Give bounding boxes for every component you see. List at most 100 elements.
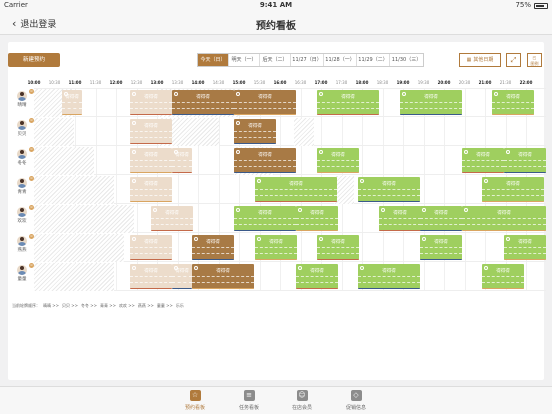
date-tab-1129[interactable]: 11/29（二） bbox=[357, 54, 390, 66]
booking-block[interactable]: 得得得 bbox=[255, 177, 337, 202]
booking-block[interactable]: 得得得 bbox=[234, 148, 296, 173]
battery-indicator: 75% bbox=[515, 0, 548, 11]
staff-cell[interactable]: 贝贝 ⊙ bbox=[10, 117, 34, 145]
date-tab-today[interactable]: 今天（日） bbox=[198, 54, 229, 66]
staff-row bbox=[34, 118, 546, 146]
date-tab-1128[interactable]: 11/28（一） bbox=[324, 54, 357, 66]
tab-promotions[interactable]: ◇ 促销信息 bbox=[336, 390, 376, 411]
booking-block[interactable]: 得得得 bbox=[172, 148, 192, 173]
service-bar bbox=[130, 200, 172, 202]
booking-divider bbox=[130, 131, 172, 132]
booking-block[interactable]: 得得得 bbox=[296, 206, 338, 231]
service-bar bbox=[296, 287, 338, 289]
booking-block[interactable]: 得得得 bbox=[62, 90, 82, 115]
list-icon: ≡ bbox=[243, 390, 255, 401]
booking-block[interactable]: 得得得 bbox=[358, 177, 420, 202]
booking-block[interactable]: 得得得 bbox=[492, 90, 534, 115]
booking-divider bbox=[234, 102, 296, 103]
booking-block[interactable]: 得得得 bbox=[504, 235, 546, 260]
booking-divider bbox=[400, 108, 462, 109]
legend-icon: ◰ bbox=[532, 55, 537, 60]
time-tick: 19:30 bbox=[417, 80, 430, 85]
booking-block[interactable]: 得得得 bbox=[482, 177, 544, 202]
unavailable-slot bbox=[294, 118, 314, 146]
booking-block[interactable]: 得得得 bbox=[462, 148, 504, 173]
booking-block[interactable]: 得得得 bbox=[504, 148, 546, 173]
booking-block[interactable]: 得得得 bbox=[130, 90, 172, 115]
staff-cell[interactable]: 青青 ⊙ bbox=[10, 175, 34, 203]
staff-cell[interactable]: 晴晴 ⊙ bbox=[10, 88, 34, 116]
booking-divider bbox=[482, 276, 524, 277]
booking-block[interactable]: 得得得 bbox=[358, 264, 420, 289]
booking-divider bbox=[192, 247, 234, 248]
booking-block[interactable]: 得得得 bbox=[420, 206, 462, 231]
booking-block[interactable]: 得得得 bbox=[130, 235, 172, 260]
booking-block[interactable]: 得得得 bbox=[462, 206, 546, 231]
status-bar: Carrier 9:41 AM 75% bbox=[0, 0, 552, 11]
staff-cell[interactable]: 冬冬 ⊙ bbox=[10, 146, 34, 174]
date-tab-tomorrow[interactable]: 明天（一） bbox=[229, 54, 260, 66]
booking-divider bbox=[482, 282, 524, 283]
booking-block[interactable]: 得得得 bbox=[255, 235, 297, 260]
booking-block[interactable]: 得得得 bbox=[420, 235, 462, 260]
service-bar bbox=[151, 229, 193, 231]
tab-booking-board[interactable]: ☆ 预约看板 bbox=[175, 390, 215, 411]
expand-icon: ⤢ bbox=[510, 56, 517, 64]
booking-block[interactable]: 得得得 bbox=[192, 264, 254, 289]
booking-name: 得得得 bbox=[424, 95, 438, 100]
booking-block[interactable]: 得得得 bbox=[379, 206, 421, 231]
booking-block[interactable]: 得得得 bbox=[172, 264, 192, 289]
staff-name: 燕燕 bbox=[17, 248, 27, 253]
booking-block[interactable]: 得得得 bbox=[130, 264, 172, 289]
tab-task-board[interactable]: ≡ 任务看板 bbox=[229, 390, 269, 411]
date-tab-day-after[interactable]: 后天（二） bbox=[260, 54, 291, 66]
service-bar bbox=[255, 258, 297, 260]
staff-cell[interactable]: 欢欢 ⊙ bbox=[10, 204, 34, 232]
booking-block[interactable]: 得得得 bbox=[317, 235, 359, 260]
booking-divider bbox=[358, 282, 420, 283]
legend-item: 晴晴 >> bbox=[43, 303, 59, 308]
booking-block[interactable]: 得得得 bbox=[172, 90, 234, 115]
booking-block[interactable]: 得得得 bbox=[234, 206, 296, 231]
tab-label: 预约看板 bbox=[184, 405, 205, 411]
booking-divider bbox=[151, 224, 193, 225]
avatar bbox=[17, 149, 27, 159]
booking-divider bbox=[130, 102, 172, 103]
booking-block[interactable]: 得得得 bbox=[234, 119, 276, 144]
legend-button[interactable]: ◰ 图例 bbox=[527, 53, 542, 67]
booking-block[interactable]: 得得得 bbox=[296, 264, 338, 289]
new-booking-button[interactable]: 新建预约 bbox=[8, 53, 60, 67]
booking-divider bbox=[420, 224, 462, 225]
booking-divider bbox=[379, 218, 421, 219]
tab-in-store-members[interactable]: ☺ 在店会员 bbox=[282, 390, 322, 411]
booking-divider bbox=[130, 137, 172, 138]
date-tab-1127[interactable]: 11/27（日） bbox=[291, 54, 324, 66]
booking-block[interactable]: 得得得 bbox=[317, 148, 359, 173]
service-bar bbox=[317, 113, 379, 115]
booking-block[interactable]: 得得得 bbox=[192, 235, 234, 260]
date-tab-1130[interactable]: 11/30（三） bbox=[390, 54, 423, 66]
booking-block[interactable]: 得得得 bbox=[317, 90, 379, 115]
booking-block[interactable]: 得得得 bbox=[400, 90, 462, 115]
page-title: 预约看板 bbox=[256, 21, 296, 32]
booking-block[interactable]: 得得得 bbox=[130, 177, 172, 202]
time-axis: 10:00 10:30 11:00 11:30 12:00 12:30 13:00 13:30… bbox=[28, 80, 546, 88]
service-bar bbox=[255, 200, 337, 202]
booking-block[interactable]: 得得得 bbox=[151, 206, 193, 231]
booking-name: 得得得 bbox=[258, 95, 272, 100]
calendar-icon: ▦ bbox=[466, 57, 472, 63]
avatar bbox=[17, 265, 27, 275]
booking-block[interactable]: 得得得 bbox=[482, 264, 524, 289]
avatar bbox=[17, 91, 27, 101]
service-bar bbox=[130, 258, 172, 260]
time-tick: 15:30 bbox=[253, 80, 266, 85]
booking-divider bbox=[317, 253, 359, 254]
booking-block[interactable]: 得得得 bbox=[130, 148, 172, 173]
staff-cell[interactable]: 燕燕 ⊙ bbox=[10, 233, 34, 261]
staff-cell[interactable]: 童童 ⊙ bbox=[10, 262, 34, 290]
other-date-button[interactable]: ▦ 其他日期 bbox=[459, 53, 501, 67]
booking-block[interactable]: 得得得 bbox=[234, 90, 296, 115]
booking-block[interactable]: 得得得 bbox=[130, 119, 172, 144]
booking-divider bbox=[400, 102, 462, 103]
expand-button[interactable]: ⤢ bbox=[506, 53, 521, 67]
